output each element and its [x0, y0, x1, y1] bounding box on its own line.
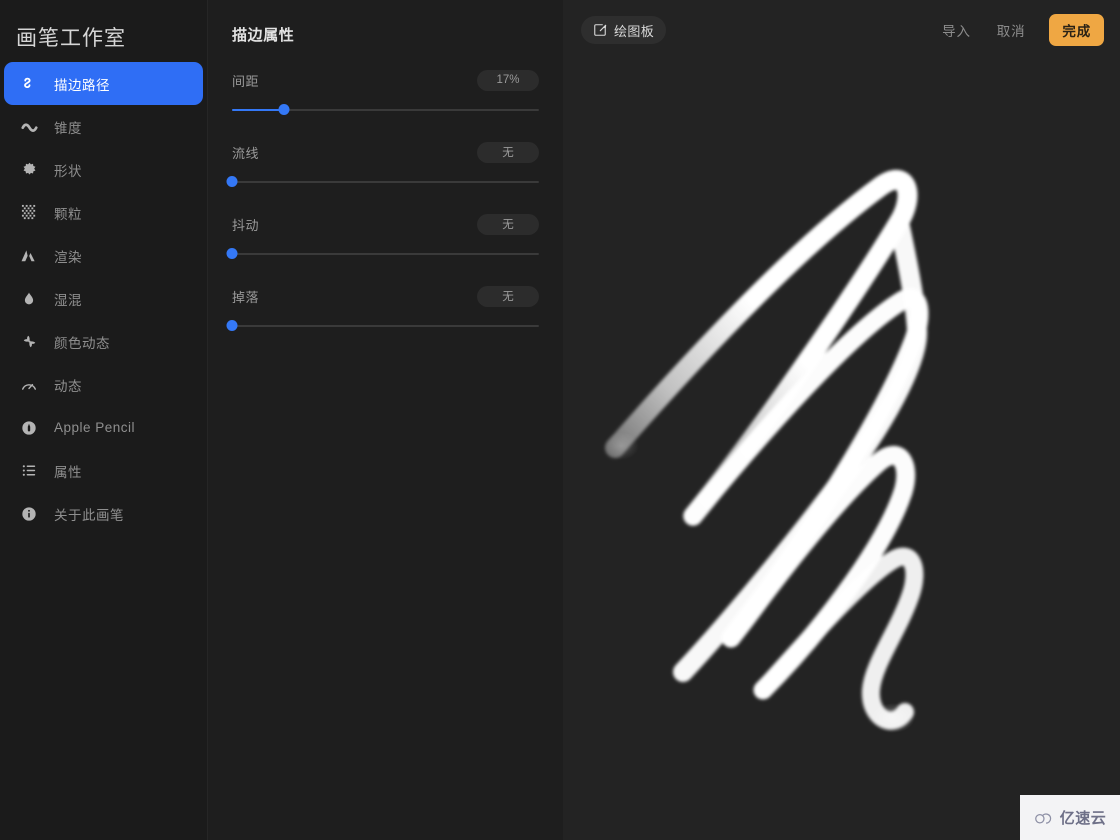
drawpad-label: 绘图板 — [614, 23, 655, 39]
status-badge: 无 — [477, 213, 539, 235]
sidebar-item-label: 动态 — [54, 378, 82, 394]
brush-stroke-preview — [563, 0, 1120, 840]
fall-off-slider[interactable] — [226, 320, 539, 331]
jitter-slider[interactable] — [226, 248, 539, 259]
sidebar-item-attributes[interactable]: 属性 — [4, 449, 203, 492]
status-badge: 无 — [477, 285, 539, 307]
done-button[interactable]: 完成 — [1049, 14, 1104, 46]
sidebar-item-shape[interactable]: 形状 — [4, 148, 203, 191]
sidebar-item-about-brush[interactable]: 关于此画笔 — [4, 492, 203, 535]
property-row-spacing: 间距 17% — [232, 69, 539, 115]
stroke-properties-panel: 描边属性 间距 17% 流线 无 抖动 无 掉落 无 — [208, 0, 563, 840]
shape-blob-icon — [18, 159, 40, 181]
compose-square-pencil-icon — [593, 23, 607, 37]
sidebar-item-label: 形状 — [54, 163, 82, 179]
render-mountain-icon — [18, 245, 40, 267]
sidebar-item-label: 颜色动态 — [54, 335, 110, 351]
sidebar-item-label: 渲染 — [54, 249, 82, 265]
property-label: 掉落 — [232, 289, 260, 305]
property-row-jitter: 抖动 无 — [226, 213, 539, 259]
sidebar-item-label: 湿混 — [54, 292, 82, 308]
property-label: 间距 — [232, 73, 260, 89]
property-header: 掉落 无 — [232, 285, 539, 307]
slider-thumb[interactable] — [226, 176, 238, 187]
property-header: 间距 17% — [232, 69, 539, 91]
info-circle-icon — [18, 503, 40, 525]
property-header: 流线 无 — [232, 141, 539, 163]
sidebar-item-label: 关于此画笔 — [54, 507, 124, 523]
brush-studio-window: 画笔工作室 描边路径 锥度 形状 颗粒 渲染 湿混 颜色动态 动态 Apple … — [0, 0, 1120, 840]
sidebar-item-label: 锥度 — [54, 120, 82, 136]
sidebar-item-stroke-path[interactable]: 描边路径 — [4, 62, 203, 105]
drawpad-button[interactable]: 绘图板 — [581, 16, 667, 44]
slider-track — [232, 325, 539, 327]
property-row-streamline: 流线 无 — [226, 141, 539, 187]
sidebar-item-dynamics[interactable]: 动态 — [4, 363, 203, 406]
watermark: 亿速云 — [1020, 795, 1120, 840]
dynamics-gauge-icon — [18, 374, 40, 396]
spacing-slider[interactable] — [232, 104, 539, 115]
brush-preview-canvas[interactable]: 绘图板 导入 取消 完成 亿速云 — [563, 0, 1120, 840]
grain-dots-icon — [18, 202, 40, 224]
properties-title: 描边属性 — [232, 27, 295, 44]
page-title: 画笔工作室 — [16, 27, 126, 50]
sidebar-item-render[interactable]: 渲染 — [4, 234, 203, 277]
cancel-button[interactable]: 取消 — [997, 20, 1026, 40]
cloud-icon — [1034, 810, 1056, 826]
status-badge: 无 — [477, 141, 539, 163]
slider-fill — [232, 109, 285, 111]
property-label: 抖动 — [232, 217, 260, 233]
sidebar-item-label: Apple Pencil — [54, 420, 136, 435]
slider-thumb[interactable] — [226, 248, 238, 259]
sidebar-item-grain[interactable]: 颗粒 — [4, 191, 203, 234]
property-row-fall-off: 掉落 无 — [226, 285, 539, 331]
sidebar: 画笔工作室 描边路径 锥度 形状 颗粒 渲染 湿混 颜色动态 动态 Apple … — [0, 0, 208, 840]
slider-thumb[interactable] — [278, 104, 290, 115]
taper-wave-icon — [18, 116, 40, 138]
property-label: 流线 — [232, 145, 260, 161]
wet-mix-droplet-icon — [18, 288, 40, 310]
slider-track — [232, 181, 539, 183]
slider-thumb[interactable] — [226, 320, 238, 331]
status-badge: 17% — [477, 69, 539, 91]
watermark-text: 亿速云 — [1059, 810, 1107, 827]
sidebar-item-label: 属性 — [54, 464, 82, 480]
import-button[interactable]: 导入 — [942, 20, 971, 40]
apple-pencil-icon — [18, 417, 40, 439]
streamline-slider[interactable] — [226, 176, 539, 187]
color-dynamics-pinwheel-icon — [18, 331, 40, 353]
canvas-toolbar: 绘图板 导入 取消 完成 — [563, 0, 1120, 60]
sidebar-item-label: 颗粒 — [54, 206, 82, 222]
sidebar-item-taper[interactable]: 锥度 — [4, 105, 203, 148]
property-header: 抖动 无 — [232, 213, 539, 235]
sidebar-item-label: 描边路径 — [54, 77, 110, 93]
attributes-list-icon — [18, 460, 40, 482]
sidebar-item-apple-pencil[interactable]: Apple Pencil — [4, 406, 203, 449]
sidebar-item-wet-mix[interactable]: 湿混 — [4, 277, 203, 320]
sidebar-item-color-dynamics[interactable]: 颜色动态 — [4, 320, 203, 363]
stroke-path-icon — [18, 73, 40, 95]
sidebar-nav: 描边路径 锥度 形状 颗粒 渲染 湿混 颜色动态 动态 Apple Pencil… — [0, 62, 207, 535]
slider-track — [232, 253, 539, 255]
